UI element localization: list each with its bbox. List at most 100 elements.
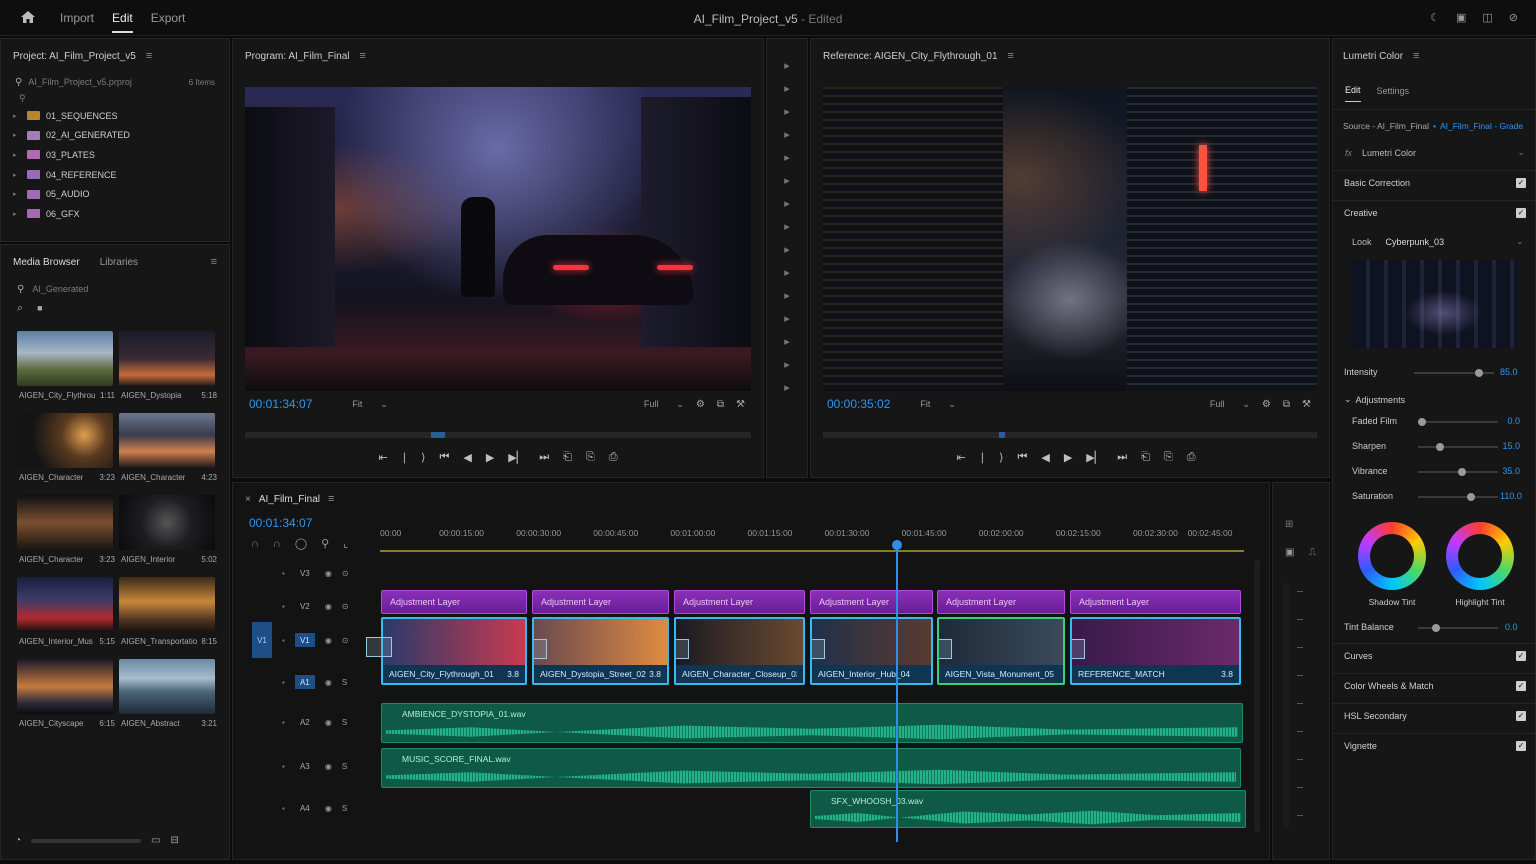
track-header[interactable]: ▪ V2 ◉ ⊙ xyxy=(240,588,380,624)
lock-icon[interactable]: ▪ xyxy=(282,804,285,813)
video-clip[interactable]: AIGEN_Dystopia_Street_02 3.8 xyxy=(532,617,669,685)
track-name[interactable]: A4 xyxy=(295,801,315,815)
rolling-tool-icon[interactable]: ▸ xyxy=(784,289,790,302)
adjustment-clip[interactable]: Adjustment Layer xyxy=(937,590,1065,614)
sync-icon[interactable]: ⊙ xyxy=(342,569,349,578)
lock-icon[interactable]: ▪ xyxy=(282,569,285,578)
mark-out-icon[interactable]: ⟩ xyxy=(421,451,425,464)
folder-item[interactable]: ▸ 03_PLATES xyxy=(1,145,229,165)
mark-out-icon[interactable]: ⟩ xyxy=(999,451,1003,464)
marker-tool-icon[interactable]: ▸ xyxy=(784,312,790,325)
section-checkbox[interactable]: ✓ xyxy=(1516,711,1526,721)
sync-icon[interactable]: ⊙ xyxy=(342,602,349,611)
meter-icon-2[interactable]: ▣ xyxy=(1285,547,1294,558)
meter-icon-3[interactable]: ⎍ xyxy=(1309,547,1316,558)
program-timecode[interactable]: 00:01:34:07 xyxy=(249,397,312,411)
track-target[interactable] xyxy=(252,715,272,729)
menu-icon[interactable]: ≡ xyxy=(328,493,334,505)
track-header[interactable]: ▪ A2 ◉ S xyxy=(240,704,380,740)
camera-icon[interactable]: ■ xyxy=(37,303,42,313)
look-preview[interactable] xyxy=(1352,260,1518,348)
track-target[interactable] xyxy=(252,599,272,613)
menu-icon[interactable]: ≡ xyxy=(1413,50,1419,62)
media-thumbnail[interactable] xyxy=(119,331,215,386)
zoom-tool-icon[interactable]: ▸ xyxy=(784,243,790,256)
project-file[interactable]: AI_Film_Project_v5.prproj xyxy=(28,77,132,87)
media-thumbnail[interactable] xyxy=(119,495,215,550)
folder-item[interactable]: ▸ 05_AUDIO xyxy=(1,184,229,204)
adjustment-clip[interactable]: Adjustment Layer xyxy=(381,590,527,614)
audio-clip[interactable]: MUSIC_SCORE_FINAL.wav xyxy=(381,748,1241,788)
track-target[interactable]: V1 xyxy=(252,622,272,658)
rate-tool-icon[interactable]: ▸ xyxy=(784,266,790,279)
media-thumbnail[interactable] xyxy=(17,577,113,632)
settings-icon[interactable]: ⚙ xyxy=(696,399,705,410)
slider-value[interactable]: 15.0 xyxy=(1500,441,1520,451)
eye-icon[interactable]: ◉ xyxy=(325,762,332,771)
step-back-icon[interactable]: ◀ xyxy=(1041,451,1049,464)
basic-correction-row[interactable]: Basic Correction ✓ xyxy=(1344,178,1526,188)
slider-knob[interactable] xyxy=(1436,443,1444,451)
track-header[interactable]: ▪ A3 ◉ S xyxy=(240,748,380,784)
moon-icon[interactable]: ☾ xyxy=(1430,11,1440,24)
creative-row[interactable]: Creative ✓ xyxy=(1344,208,1526,218)
media-thumbnail[interactable] xyxy=(17,413,113,468)
scrubber-head[interactable] xyxy=(999,432,1005,438)
audio-clip[interactable]: SFX_WHOOSH_03.wav xyxy=(810,790,1246,828)
lock-icon[interactable]: ▪ xyxy=(282,762,285,771)
creative-checkbox[interactable]: ✓ xyxy=(1516,208,1526,218)
intensity-value[interactable]: 85.0 xyxy=(1500,367,1518,377)
adjustment-slider[interactable] xyxy=(1418,493,1498,501)
program-video-frame[interactable] xyxy=(245,87,751,391)
adjustment-clip[interactable]: Adjustment Layer xyxy=(532,590,669,614)
mark-tool-icon[interactable]: ▸ xyxy=(784,358,790,371)
export-frame-icon[interactable]: ⎙ xyxy=(609,451,618,464)
track-name[interactable]: A1 xyxy=(294,675,315,689)
timeline-timecode[interactable]: 00:01:34:07 xyxy=(249,516,312,530)
track-header[interactable]: ▪ A4 ◉ S xyxy=(240,790,380,826)
tab-settings[interactable]: Settings xyxy=(1377,86,1410,102)
video-clip[interactable]: AIGEN_City_Flythrough_01 3.8 xyxy=(381,617,527,685)
adjustment-clip[interactable]: Adjustment Layer xyxy=(810,590,933,614)
media-thumbnail[interactable] xyxy=(17,331,113,386)
adjustment-clip[interactable]: Adjustment Layer xyxy=(1070,590,1241,614)
adjustments-header[interactable]: ⌄ Adjustments xyxy=(1344,394,1405,405)
mark-in-icon[interactable]: ⇤ xyxy=(378,451,387,464)
program-fit-select[interactable]: Fit ⌄ xyxy=(352,399,388,410)
solo-icon[interactable]: S xyxy=(342,718,347,727)
wrench-icon[interactable]: ⚒ xyxy=(1302,399,1311,410)
transition-marker[interactable] xyxy=(1072,639,1085,659)
track-header[interactable]: V1 ▪ V1 ◉ ⊙ xyxy=(240,622,380,658)
playhead[interactable] xyxy=(891,540,902,842)
settings-icon[interactable]: ⚙ xyxy=(1262,399,1271,410)
expand-icon[interactable]: ▸ xyxy=(13,112,21,120)
solo-icon[interactable]: S xyxy=(342,762,347,771)
go-to-out-icon[interactable]: ⏭ xyxy=(1117,451,1127,464)
transition-marker[interactable] xyxy=(676,639,689,659)
reference-scrubber[interactable] xyxy=(823,432,1317,438)
sync-icon[interactable]: ⊙ xyxy=(342,636,349,645)
selection-tool-icon[interactable]: ▸ xyxy=(784,59,790,72)
solo-icon[interactable]: S xyxy=(342,678,347,687)
safe-margins-icon[interactable]: ⧉ xyxy=(717,399,724,410)
lumetri-section-row[interactable]: Curves ✓ xyxy=(1344,651,1526,661)
lumetri-section-row[interactable]: Vignette ✓ xyxy=(1344,741,1526,751)
track-header[interactable]: ▪ V3 ◉ ⊙ xyxy=(240,555,380,591)
transition-marker[interactable] xyxy=(366,637,392,657)
overwrite-icon[interactable]: ⎘ xyxy=(1164,451,1173,464)
slider-value[interactable]: 110.0 xyxy=(1500,491,1522,501)
lumetri-section-row[interactable]: HSL Secondary ✓ xyxy=(1344,711,1526,721)
step-forward-icon[interactable]: ▶▏ xyxy=(508,451,525,464)
pen-tool-icon[interactable]: ▸ xyxy=(784,174,790,187)
camera-tool-icon[interactable]: ▸ xyxy=(784,335,790,348)
work-area-bar[interactable] xyxy=(380,550,1244,552)
transition-marker[interactable] xyxy=(534,639,547,659)
insert-icon[interactable]: ⎗ xyxy=(563,451,572,464)
look-select[interactable]: Cyberpunk_03 ⌄ xyxy=(1386,236,1524,247)
solo-icon[interactable]: S xyxy=(342,804,347,813)
adjustment-clip[interactable]: Adjustment Layer xyxy=(674,590,805,614)
media-thumbnail[interactable] xyxy=(17,495,113,550)
mark-icon[interactable]: ∣ xyxy=(402,451,408,464)
wrench-icon[interactable]: ⚲ xyxy=(321,537,329,550)
track-target[interactable] xyxy=(252,675,272,689)
